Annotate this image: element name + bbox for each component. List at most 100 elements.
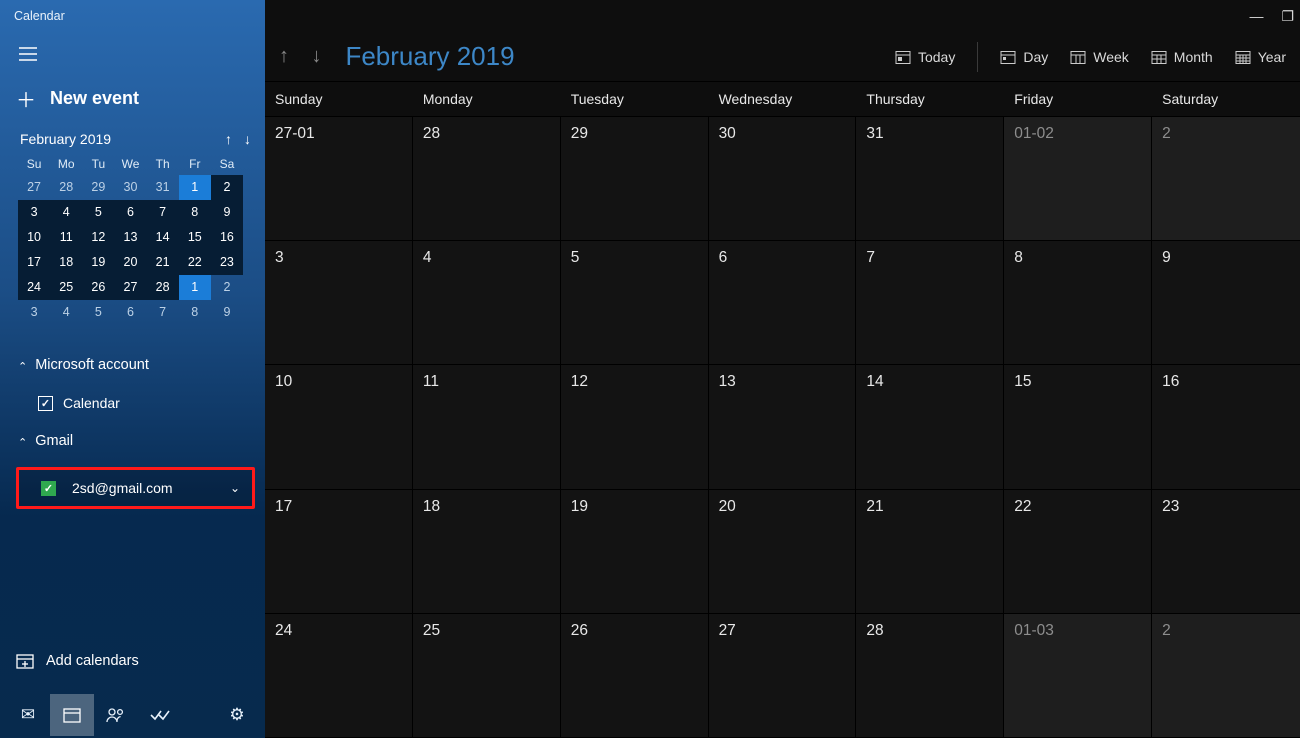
mini-prev-button[interactable]: ↑ (225, 131, 232, 147)
minimize-button[interactable]: — (1249, 8, 1263, 24)
day-cell[interactable]: 22 (1004, 490, 1152, 614)
day-cell[interactable]: 25 (413, 614, 561, 738)
mini-day[interactable]: 4 (50, 200, 82, 225)
day-cell[interactable]: 28 (413, 117, 561, 241)
day-cell[interactable]: 19 (561, 490, 709, 614)
day-cell[interactable]: 01-03 (1004, 614, 1152, 738)
mini-day[interactable]: 29 (82, 175, 114, 200)
new-event-button[interactable]: ＋ New event (0, 78, 265, 131)
day-cell[interactable]: 7 (856, 241, 1004, 365)
day-cell[interactable]: 17 (265, 490, 413, 614)
mini-day[interactable]: 2 (211, 275, 243, 300)
mini-cal-title[interactable]: February 2019 (20, 131, 111, 147)
year-view-button[interactable]: Year (1235, 49, 1286, 65)
day-cell[interactable]: 31 (856, 117, 1004, 241)
mini-day[interactable]: 1 (179, 275, 211, 300)
day-cell[interactable]: 30 (709, 117, 857, 241)
week-view-button[interactable]: Week (1070, 49, 1129, 65)
mini-day[interactable]: 6 (114, 200, 146, 225)
mini-day[interactable]: 21 (147, 250, 179, 275)
day-cell[interactable]: 9 (1152, 241, 1300, 365)
mini-day[interactable]: 27 (114, 275, 146, 300)
mini-day[interactable]: 9 (211, 200, 243, 225)
day-cell[interactable]: 15 (1004, 365, 1152, 489)
chevron-down-icon[interactable]: ⌄ (230, 481, 240, 495)
day-cell[interactable]: 18 (413, 490, 561, 614)
calendar-ms-item[interactable]: Calendar (16, 389, 255, 417)
day-cell[interactable]: 3 (265, 241, 413, 365)
mini-day[interactable]: 3 (18, 200, 50, 225)
mini-day[interactable]: 15 (179, 225, 211, 250)
mini-day[interactable]: 5 (82, 300, 114, 325)
mini-day[interactable]: 14 (147, 225, 179, 250)
day-cell[interactable]: 4 (413, 241, 561, 365)
mini-day[interactable]: 19 (82, 250, 114, 275)
day-view-button[interactable]: Day (1000, 49, 1048, 65)
calendar-gmail-item[interactable]: 2sd@gmail.com ⌄ (16, 467, 255, 509)
mini-day[interactable]: 18 (50, 250, 82, 275)
mini-day[interactable]: 6 (114, 300, 146, 325)
todo-icon[interactable] (138, 694, 182, 736)
mini-day[interactable]: 26 (82, 275, 114, 300)
mini-day[interactable]: 23 (211, 250, 243, 275)
mini-day[interactable]: 28 (147, 275, 179, 300)
calendar-icon[interactable] (50, 694, 94, 736)
mini-day[interactable]: 5 (82, 200, 114, 225)
day-cell[interactable]: 27 (709, 614, 857, 738)
day-cell[interactable]: 12 (561, 365, 709, 489)
day-cell[interactable]: 21 (856, 490, 1004, 614)
mini-next-button[interactable]: ↓ (244, 131, 251, 147)
day-cell[interactable]: 29 (561, 117, 709, 241)
mini-day[interactable]: 27 (18, 175, 50, 200)
mini-day[interactable]: 30 (114, 175, 146, 200)
day-cell[interactable]: 26 (561, 614, 709, 738)
mini-day[interactable]: 20 (114, 250, 146, 275)
checkbox-icon[interactable] (41, 481, 56, 496)
day-cell[interactable]: 24 (265, 614, 413, 738)
mini-day[interactable]: 7 (147, 200, 179, 225)
day-cell[interactable]: 16 (1152, 365, 1300, 489)
month-view-button[interactable]: Month (1151, 49, 1213, 65)
prev-month-button[interactable]: ↑ (279, 45, 289, 67)
day-cell[interactable]: 8 (1004, 241, 1152, 365)
settings-icon[interactable]: ⚙ (215, 694, 259, 736)
day-cell[interactable]: 2 (1152, 614, 1300, 738)
month-title[interactable]: February 2019 (345, 41, 514, 72)
mini-day[interactable]: 16 (211, 225, 243, 250)
maximize-button[interactable]: ❐ (1281, 8, 1294, 25)
hamburger-menu-button[interactable] (14, 40, 42, 68)
day-cell[interactable]: 01-02 (1004, 117, 1152, 241)
day-cell[interactable]: 11 (413, 365, 561, 489)
mini-day[interactable]: 17 (18, 250, 50, 275)
account-microsoft-toggle[interactable]: ⌄ Microsoft account (16, 351, 255, 379)
mail-icon[interactable]: ✉ (6, 694, 50, 736)
mini-day[interactable]: 31 (147, 175, 179, 200)
mini-day[interactable]: 24 (18, 275, 50, 300)
add-calendars-button[interactable]: Add calendars (0, 636, 265, 686)
next-month-button[interactable]: ↓ (311, 45, 321, 67)
mini-day[interactable]: 11 (50, 225, 82, 250)
mini-day[interactable]: 4 (50, 300, 82, 325)
mini-day[interactable]: 7 (147, 300, 179, 325)
mini-day[interactable]: 8 (179, 300, 211, 325)
mini-day[interactable]: 13 (114, 225, 146, 250)
mini-day[interactable]: 2 (211, 175, 243, 200)
today-button[interactable]: Today (895, 49, 955, 65)
day-cell[interactable]: 10 (265, 365, 413, 489)
mini-day[interactable]: 25 (50, 275, 82, 300)
checkbox-icon[interactable] (38, 396, 53, 411)
mini-day[interactable]: 9 (211, 300, 243, 325)
day-cell[interactable]: 20 (709, 490, 857, 614)
mini-day[interactable]: 12 (82, 225, 114, 250)
day-cell[interactable]: 27-01 (265, 117, 413, 241)
day-cell[interactable]: 5 (561, 241, 709, 365)
day-cell[interactable]: 6 (709, 241, 857, 365)
account-gmail-toggle[interactable]: ⌄ Gmail (16, 427, 255, 455)
people-icon[interactable] (94, 694, 138, 736)
day-cell[interactable]: 28 (856, 614, 1004, 738)
day-cell[interactable]: 23 (1152, 490, 1300, 614)
mini-day[interactable]: 28 (50, 175, 82, 200)
mini-day[interactable]: 8 (179, 200, 211, 225)
mini-day[interactable]: 3 (18, 300, 50, 325)
day-cell[interactable]: 2 (1152, 117, 1300, 241)
